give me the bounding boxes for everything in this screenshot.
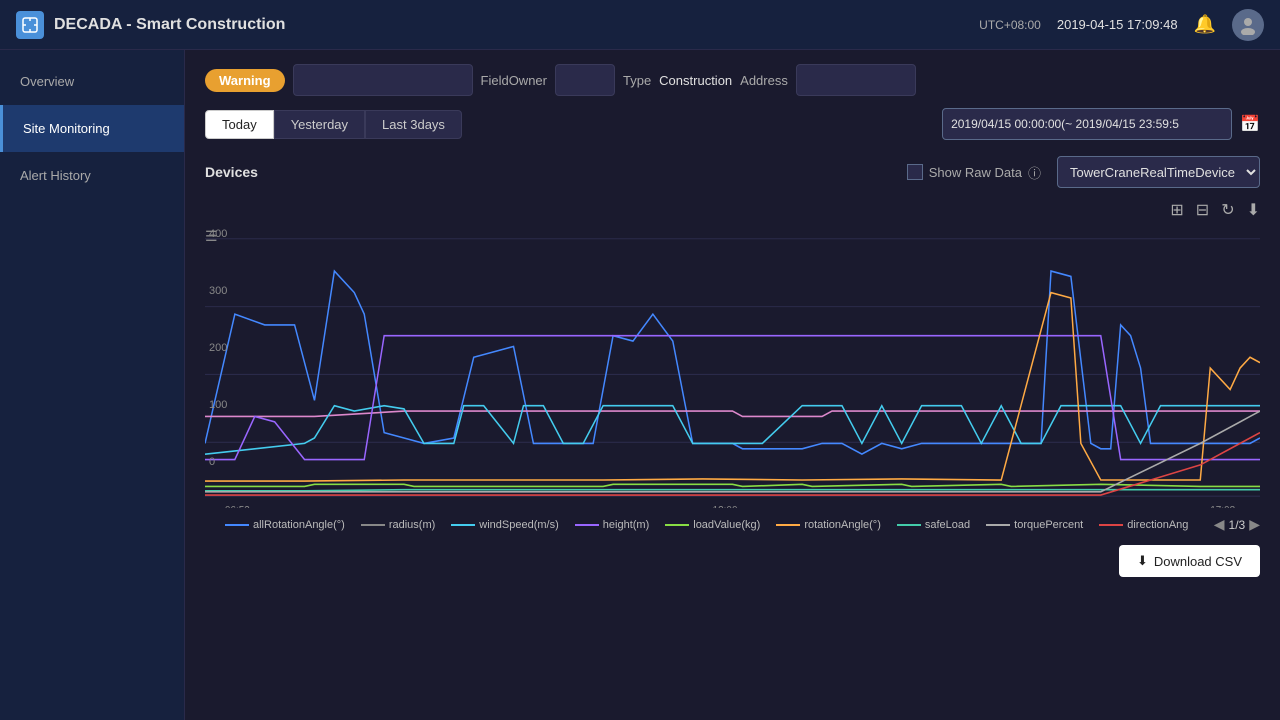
legend-item-torquepercent: torquePercent	[986, 519, 1083, 531]
datetime: 2019-04-15 17:09:48	[1057, 17, 1178, 32]
svg-text:06:53: 06:53	[225, 505, 250, 508]
legend-label: loadValue(kg)	[693, 519, 760, 531]
avatar-icon	[1238, 15, 1258, 35]
legend-label: torquePercent	[1014, 519, 1083, 531]
sidebar-item-site-monitoring[interactable]: Site Monitoring	[0, 105, 184, 152]
devices-right: Show Raw Data ⓘ TowerCraneRealTimeDevice	[907, 156, 1260, 188]
show-raw-data-label: Show Raw Data	[929, 165, 1022, 180]
legend-line-torquepercent	[986, 524, 1010, 526]
sidebar-item-overview[interactable]: Overview	[0, 58, 184, 105]
avatar[interactable]	[1232, 9, 1264, 41]
legend-item-directionang: directionAng	[1099, 519, 1188, 531]
chart-toolbar: ⊞ ⊟ ↻ ⬇	[205, 200, 1260, 220]
legend-item-rotationangle: rotationAngle(°)	[776, 519, 881, 531]
date-range-input[interactable]	[942, 108, 1232, 140]
legend-line-rotationangle	[776, 524, 800, 526]
date-picker-row: 📅	[942, 108, 1260, 140]
legend-label: allRotationAngle(°)	[253, 519, 345, 531]
sidebar: Overview Site Monitoring Alert History	[0, 50, 185, 720]
warning-badge[interactable]: Warning	[205, 69, 285, 92]
device-dropdown[interactable]: TowerCraneRealTimeDevice	[1057, 156, 1260, 188]
legend-line-height	[575, 524, 599, 526]
chart-svg: 06:53 04-15 12:00 04-15 17:08 04-15	[205, 228, 1260, 508]
download-chart-icon[interactable]: ⬇	[1247, 200, 1260, 220]
legend-page: 1/3	[1229, 518, 1246, 532]
legend-line-directionang	[1099, 524, 1123, 526]
svg-text:17:08: 17:08	[1210, 505, 1235, 508]
type-value: Construction	[659, 73, 732, 88]
header-right: UTC+08:00 2019-04-15 17:09:48 🔔	[979, 9, 1264, 41]
sidebar-item-label: Site Monitoring	[23, 121, 110, 136]
legend-label: radius(m)	[389, 519, 435, 531]
download-icon: ⬇	[1137, 553, 1148, 569]
sidebar-item-label: Alert History	[20, 168, 91, 183]
legend-label: safeLoad	[925, 519, 970, 531]
type-label: Type	[623, 73, 651, 88]
legend: allRotationAngle(°) radius(m) windSpeed(…	[205, 516, 1260, 533]
field-owner-select[interactable]	[555, 64, 615, 96]
info-icon[interactable]: ⓘ	[1028, 163, 1041, 182]
sidebar-item-label: Overview	[20, 74, 74, 89]
legend-item-windspeed: windSpeed(m/s)	[451, 519, 558, 531]
y-label-100: 100	[209, 399, 227, 411]
legend-line-radius	[361, 524, 385, 526]
y-label-400: 400	[209, 228, 227, 240]
devices-title: Devices	[205, 164, 258, 180]
legend-prev-btn[interactable]: ◀	[1214, 516, 1225, 533]
calendar-icon[interactable]: 📅	[1240, 114, 1260, 134]
legend-label: windSpeed(m/s)	[479, 519, 558, 531]
legend-next-btn[interactable]: ▶	[1249, 516, 1260, 533]
download-bar: ⬇ Download CSV	[205, 533, 1260, 577]
y-label-0: 0	[209, 456, 227, 468]
date-btn-group: Today Yesterday Last 3days	[205, 110, 462, 139]
y-label-200: 200	[209, 342, 227, 354]
header: DECADA - Smart Construction UTC+08:00 20…	[0, 0, 1280, 50]
field-owner-label: FieldOwner	[481, 73, 547, 88]
show-raw-data-checkbox[interactable]	[907, 164, 923, 180]
sidebar-item-alert-history[interactable]: Alert History	[0, 152, 184, 199]
legend-label: rotationAngle(°)	[804, 519, 881, 531]
address-select[interactable]	[796, 64, 916, 96]
legend-line-loadvalue	[665, 524, 689, 526]
layout: Overview Site Monitoring Alert History W…	[0, 50, 1280, 720]
legend-label: height(m)	[603, 519, 649, 531]
timezone: UTC+08:00	[979, 18, 1041, 32]
svg-text:12:00: 12:00	[713, 505, 738, 508]
last3days-btn[interactable]: Last 3days	[365, 110, 462, 139]
search-input[interactable]	[293, 64, 473, 96]
logo	[16, 11, 44, 39]
download-label: Download CSV	[1154, 554, 1242, 569]
legend-item-height: height(m)	[575, 519, 649, 531]
today-btn[interactable]: Today	[205, 110, 274, 139]
legend-line-allrotationangle	[225, 524, 249, 526]
show-raw-data-group: Show Raw Data ⓘ	[907, 163, 1041, 182]
legend-item-safeload: safeLoad	[897, 519, 970, 531]
yesterday-btn[interactable]: Yesterday	[274, 110, 365, 139]
chart-area: ☰ 400 300 200 100 0	[205, 228, 1260, 508]
legend-line-windspeed	[451, 524, 475, 526]
address-label: Address	[740, 73, 788, 88]
legend-line-safeload	[897, 524, 921, 526]
y-axis-labels: 400 300 200 100 0	[205, 228, 231, 468]
y-label-300: 300	[209, 285, 227, 297]
filter-row: Warning FieldOwner Type Construction Add…	[205, 64, 1260, 96]
notification-bell-icon[interactable]: 🔔	[1194, 14, 1216, 35]
logo-icon	[21, 16, 39, 34]
legend-item-allrotationangle: allRotationAngle(°)	[225, 519, 345, 531]
date-row: Today Yesterday Last 3days 📅	[205, 108, 1260, 140]
legend-nav: ◀ 1/3 ▶	[1214, 516, 1260, 533]
zoom-out-icon[interactable]: ⊟	[1196, 200, 1209, 220]
legend-item-loadvalue: loadValue(kg)	[665, 519, 760, 531]
download-csv-button[interactable]: ⬇ Download CSV	[1119, 545, 1260, 577]
refresh-icon[interactable]: ↻	[1221, 200, 1234, 220]
app-title: DECADA - Smart Construction	[54, 16, 979, 34]
legend-item-radius: radius(m)	[361, 519, 435, 531]
main-content: Warning FieldOwner Type Construction Add…	[185, 50, 1280, 720]
legend-label: directionAng	[1127, 519, 1188, 531]
zoom-in-icon[interactable]: ⊞	[1170, 200, 1183, 220]
devices-header: Devices Show Raw Data ⓘ TowerCraneRealTi…	[205, 156, 1260, 188]
